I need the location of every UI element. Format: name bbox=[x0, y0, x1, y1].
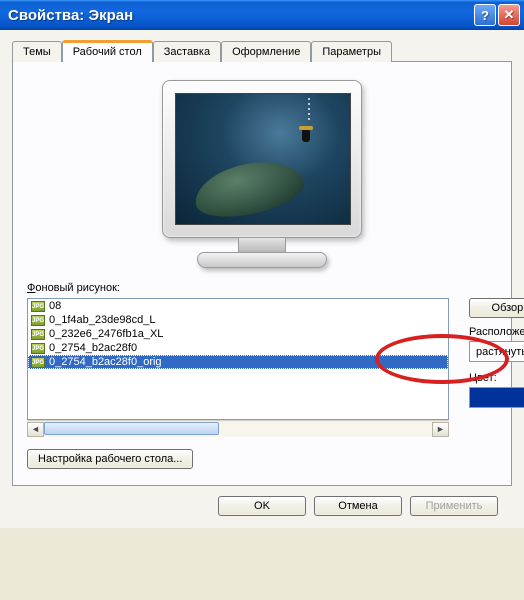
horizontal-scrollbar[interactable]: ◄ ► bbox=[27, 420, 449, 437]
list-item[interactable]: JPG 0_2754_b2ac28f0 bbox=[28, 341, 448, 355]
position-select[interactable]: растянуть bbox=[469, 341, 524, 362]
tab-screensaver[interactable]: Заставка bbox=[153, 41, 221, 62]
jpg-icon: JPG bbox=[31, 301, 45, 312]
tab-themes[interactable]: Темы bbox=[12, 41, 62, 62]
scroll-left-button[interactable]: ◄ bbox=[27, 422, 44, 437]
close-button[interactable]: ✕ bbox=[498, 4, 520, 26]
tab-strip: Темы Рабочий стол Заставка Оформление Па… bbox=[12, 40, 512, 61]
wallpaper-submarine bbox=[190, 153, 308, 225]
monitor-screen bbox=[175, 93, 351, 225]
tab-desktop[interactable]: Рабочий стол bbox=[62, 40, 153, 62]
jpg-icon: JPG bbox=[31, 343, 45, 354]
monitor-base bbox=[197, 252, 327, 268]
browse-button-label: Обзор... bbox=[492, 302, 524, 314]
browse-button[interactable]: Обзор... bbox=[469, 298, 524, 318]
color-picker[interactable]: ▼ bbox=[469, 387, 524, 408]
tab-appearance-label: Оформление bbox=[232, 46, 300, 58]
background-listbox[interactable]: JPG 08 JPG 0_1f4ab_23de98cd_L JPG 0_232e… bbox=[27, 298, 449, 420]
cancel-button[interactable]: Отмена bbox=[314, 496, 402, 516]
list-item-label: 0_2754_b2ac28f0 bbox=[49, 342, 137, 354]
list-item[interactable]: JPG 0_1f4ab_23de98cd_L bbox=[28, 313, 448, 327]
tab-themes-label: Темы bbox=[23, 46, 51, 58]
list-item-label: 0_2754_b2ac28f0_orig bbox=[49, 356, 162, 368]
monitor-preview bbox=[27, 80, 497, 268]
tab-panel-desktop: Фоновый рисунок: JPG 08 JPG 0_1f4ab_23de… bbox=[12, 61, 512, 486]
close-icon: ✕ bbox=[504, 7, 515, 23]
list-item[interactable]: JPG 08 bbox=[28, 299, 448, 313]
wallpaper-diver bbox=[296, 122, 316, 150]
jpg-icon: JPG bbox=[31, 357, 45, 368]
monitor-neck bbox=[238, 238, 286, 252]
list-item[interactable]: JPG 0_232e6_2476fb1a_XL bbox=[28, 327, 448, 341]
wallpaper-bubbles bbox=[308, 98, 310, 122]
titlebar: Свойства: Экран ? ✕ bbox=[0, 0, 524, 30]
list-item-label: 08 bbox=[49, 300, 61, 312]
tab-appearance[interactable]: Оформление bbox=[221, 41, 311, 62]
jpg-icon: JPG bbox=[31, 315, 45, 326]
color-label: Цвет: bbox=[469, 372, 524, 384]
customize-desktop-button[interactable]: Настройка рабочего стола... bbox=[27, 449, 193, 469]
scroll-track[interactable] bbox=[44, 422, 432, 437]
position-label: Расположение: bbox=[469, 326, 524, 338]
window-body: Темы Рабочий стол Заставка Оформление Па… bbox=[0, 30, 524, 528]
list-item-label: 0_1f4ab_23de98cd_L bbox=[49, 314, 155, 326]
tab-settings[interactable]: Параметры bbox=[311, 41, 392, 62]
jpg-icon: JPG bbox=[31, 329, 45, 340]
ok-button[interactable]: OK bbox=[218, 496, 306, 516]
dialog-buttons: OK Отмена Применить bbox=[12, 486, 512, 516]
scroll-right-button[interactable]: ► bbox=[432, 422, 449, 437]
apply-button: Применить bbox=[410, 496, 498, 516]
scroll-thumb[interactable] bbox=[44, 422, 219, 435]
list-item-label: 0_232e6_2476fb1a_XL bbox=[49, 328, 163, 340]
tab-desktop-label: Рабочий стол bbox=[73, 46, 142, 58]
monitor-bezel bbox=[162, 80, 362, 238]
background-label: Фоновый рисунок: bbox=[27, 282, 497, 294]
monitor-icon bbox=[162, 80, 362, 268]
cancel-button-label: Отмена bbox=[338, 500, 377, 512]
tab-settings-label: Параметры bbox=[322, 46, 381, 58]
ok-button-label: OK bbox=[254, 500, 270, 512]
window-title: Свойства: Экран bbox=[8, 7, 472, 24]
help-button[interactable]: ? bbox=[474, 4, 496, 26]
list-item[interactable]: JPG 0_2754_b2ac28f0_orig bbox=[28, 355, 448, 369]
apply-button-label: Применить bbox=[426, 500, 483, 512]
tab-screensaver-label: Заставка bbox=[164, 46, 210, 58]
